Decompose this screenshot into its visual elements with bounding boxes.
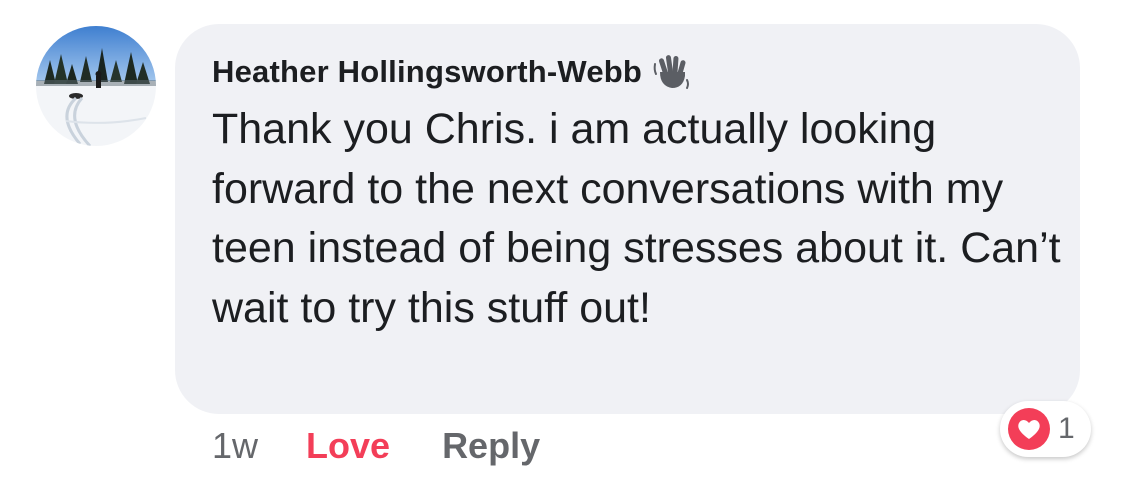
author-name[interactable]: Heather Hollingsworth-Webb: [212, 54, 642, 90]
love-reaction-button[interactable]: Love: [306, 425, 390, 467]
avatar-photo: [36, 26, 156, 146]
waving-hand-icon[interactable]: [652, 52, 692, 92]
comment-timestamp[interactable]: 1w: [212, 425, 258, 467]
comment-text: Thank you Chris. i am actually looking f…: [212, 105, 1061, 332]
reaction-summary[interactable]: 1: [1000, 401, 1091, 457]
reaction-count: 1: [1058, 412, 1075, 445]
author-row: Heather Hollingsworth-Webb: [212, 50, 692, 94]
avatar[interactable]: [36, 26, 156, 146]
heart-icon: [1006, 406, 1052, 452]
reply-button[interactable]: Reply: [442, 425, 540, 467]
comment-actions: 1w Love Reply: [212, 420, 540, 472]
